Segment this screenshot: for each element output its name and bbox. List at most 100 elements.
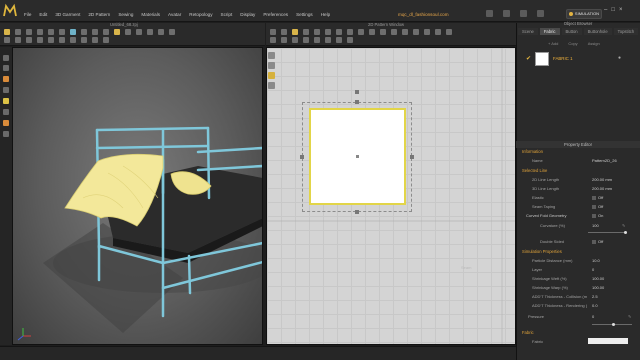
ruler-icon[interactable] [325,37,331,43]
tab-topstitch[interactable]: Topstitch [613,28,639,35]
menu-file[interactable]: File [20,12,35,18]
section-selected-line[interactable]: Selected Line [522,168,547,173]
texture-2d-icon[interactable] [268,82,275,89]
add-button[interactable]: + Add [548,41,558,46]
menu-edit[interactable]: Edit [35,12,51,18]
pattern-2d-icon[interactable] [268,72,275,79]
polygon-icon[interactable] [303,29,309,35]
notification-icon[interactable] [486,10,493,17]
close-icon[interactable]: × [619,7,623,13]
gather-icon[interactable] [435,29,441,35]
light-icon[interactable] [3,98,9,104]
curvature-slider[interactable] [588,231,627,234]
section-information[interactable]: Information [522,149,543,154]
shrinkage-weft-value[interactable]: 100.00 [592,276,604,281]
edit-icon[interactable]: ✎ [622,223,625,228]
rotate-handle[interactable] [355,90,359,94]
elastic-checkbox[interactable] [592,196,596,200]
trace-icon[interactable] [413,29,419,35]
edit-pattern-icon[interactable] [281,29,287,35]
notch-icon[interactable] [424,29,430,35]
render-icon[interactable] [92,37,98,43]
point-icon[interactable] [292,37,298,43]
fitting-icon[interactable] [147,29,153,35]
seam-allowance-icon[interactable] [303,37,309,43]
stitch-2-icon[interactable] [15,37,21,43]
rectangle-icon[interactable] [292,29,298,35]
display-2d-icon[interactable] [268,62,275,69]
graphic-2d-icon[interactable] [402,29,408,35]
pressure-edit-icon[interactable]: ✎ [628,314,631,319]
pressure-value[interactable]: 0 [592,314,594,319]
2d-line-length-value[interactable]: 200.00 mm [592,177,612,182]
camera-icon[interactable] [81,37,87,43]
edit-texture-icon[interactable] [391,29,397,35]
transform-pattern-icon[interactable] [270,29,276,35]
move-icon[interactable] [26,29,32,35]
stitch-icon[interactable] [4,37,10,43]
mirror-icon[interactable] [446,29,452,35]
menu-sewing[interactable]: Sewing [114,12,137,18]
strain-map-icon[interactable] [3,131,9,137]
menu-3d-garment[interactable]: 3D Garment [51,12,84,18]
internal-line-icon[interactable] [325,29,331,35]
top-handle[interactable] [355,100,359,104]
zipper-icon[interactable] [125,29,131,35]
measure-icon[interactable] [81,29,87,35]
display-icon[interactable] [3,65,9,71]
menu-help[interactable]: Help [317,12,334,18]
menu-preferences[interactable]: Preferences [259,12,292,18]
double-sided-checkbox[interactable] [592,240,596,244]
pleat-icon[interactable] [347,29,353,35]
curvature-slider-thumb[interactable] [624,231,627,234]
maximize-icon[interactable]: □ [611,7,615,13]
pressure-slider-thumb[interactable] [612,323,615,326]
user-account[interactable]: mqc_dl_fashionsoul.com [398,12,449,17]
pattern-display-icon[interactable] [3,87,9,93]
section-simulation-properties[interactable]: Simulation Properties [522,249,562,254]
dart-icon[interactable] [336,29,342,35]
fabric-dropdown[interactable] [588,338,628,344]
tab-buttonhole[interactable]: Buttonhole [583,28,612,35]
view-2d-icon[interactable] [268,52,275,59]
button-icon[interactable] [114,29,120,35]
menu-materials[interactable]: Materials [137,12,164,18]
section-fabric[interactable]: Fabric [522,330,534,335]
tape-icon[interactable] [92,29,98,35]
offset-icon[interactable] [270,37,276,43]
tab-button[interactable]: Button [561,28,582,35]
simulation-mode-button[interactable]: SIMULATION [566,9,602,19]
pin-icon[interactable] [48,29,54,35]
trim-icon[interactable] [37,37,43,43]
menu-script[interactable]: Script [217,12,237,18]
hanger-icon[interactable] [169,29,175,35]
fold-icon[interactable] [37,29,43,35]
name-value[interactable]: Pattern2D_26 [592,158,617,163]
chat-icon[interactable] [503,10,510,17]
menu-retopology[interactable]: Retopology [185,12,216,18]
snapshot-icon[interactable] [70,37,76,43]
star-icon[interactable] [520,10,527,17]
line-icon[interactable] [26,37,32,43]
particle-distance-value[interactable]: 10.0 [592,258,600,263]
texture-icon[interactable] [59,37,65,43]
assign-button[interactable]: Assign [588,41,600,46]
pressure-slider[interactable] [592,323,632,326]
curved-fold-checkbox[interactable] [592,214,596,218]
ellipse-icon[interactable] [314,29,320,35]
menu-display[interactable]: Display [236,12,259,18]
right-handle[interactable] [410,155,414,159]
curve-icon[interactable] [281,37,287,43]
grading-icon[interactable] [347,37,353,43]
copy-button[interactable]: Copy [568,41,577,46]
seam-taping-checkbox[interactable] [592,205,596,209]
menu-settings[interactable]: Settings [292,12,317,18]
minimize-icon[interactable]: – [604,7,607,13]
tab-scene[interactable]: Scene [518,28,538,35]
texture-display-icon[interactable] [3,109,9,115]
add-thickness-rendering-value[interactable]: 0.0 [592,303,598,308]
layer-value[interactable]: 0 [592,267,594,272]
curvature-value[interactable]: 100 [592,223,599,228]
annotation-icon[interactable] [336,37,342,43]
bottom-handle[interactable] [355,210,359,214]
